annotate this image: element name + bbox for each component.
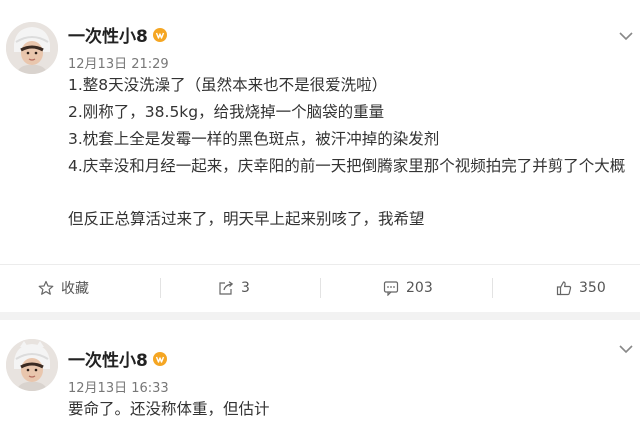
post-line: 2.刚称了，38.5kg，给我烧掉一个脑袋的重量 [68, 103, 385, 121]
username[interactable]: 一次性小8 [68, 346, 148, 371]
vip-badge-icon [153, 28, 167, 42]
repost-share-icon [219, 281, 234, 295]
favorite-button[interactable]: 收藏 [38, 265, 89, 311]
vip-badge-icon [153, 352, 167, 366]
repost-count: 3 [241, 280, 250, 296]
star-outline-icon [38, 280, 54, 295]
thumbs-up-icon [556, 281, 572, 296]
post-line: 4.庆幸没和月经一起来，庆幸阳的前一天把倒腾家里那个视频拍完了并剪了个大概 [68, 157, 626, 175]
action-divider [492, 278, 493, 298]
avatar[interactable] [6, 339, 58, 391]
weibo-post: 一次性小8 12月13日 16:33 要命了。还没称体重，但估计 [0, 320, 640, 427]
favorite-label: 收藏 [61, 281, 89, 297]
avatar-image [6, 339, 58, 391]
action-divider [160, 278, 161, 298]
post-line: 1.整8天没洗澡了（虽然本来也不是很爱洗啦） [68, 76, 388, 94]
repost-button[interactable]: 3 [218, 265, 250, 311]
post-line: 3.枕套上全是发霉一样的黑色斑点，被汗冲掉的染发剂 [68, 130, 440, 148]
username[interactable]: 一次性小8 [68, 22, 148, 47]
weibo-post: 一次性小8 12月13日 21:29 1.整8天没洗澡了（虽然本来也不是很爱洗啦… [0, 0, 640, 312]
action-bar: 收藏 3 203 350 [0, 264, 640, 311]
like-count: 350 [579, 280, 606, 296]
like-button[interactable]: 350 [556, 265, 606, 311]
post-line: 要命了。还没称体重，但估计 [68, 400, 270, 418]
post-time[interactable]: 12月13日 16:33 [68, 377, 169, 396]
comment-button[interactable]: 203 [383, 265, 433, 311]
avatar-image [6, 22, 58, 74]
post-time[interactable]: 12月13日 21:29 [68, 53, 169, 72]
avatar[interactable] [6, 22, 58, 74]
post-separator [0, 312, 640, 320]
post-content: 要命了。还没称体重，但估计 [68, 396, 634, 423]
action-divider [320, 278, 321, 298]
post-line: 但反正总算活过来了，明天早上起来别咳了，我希望 [68, 210, 425, 228]
post-content: 1.整8天没洗澡了（虽然本来也不是很爱洗啦） 2.刚称了，38.5kg，给我烧掉… [68, 72, 634, 233]
chevron-down-icon[interactable] [618, 344, 634, 354]
chevron-down-icon[interactable] [618, 31, 634, 41]
comment-count: 203 [406, 280, 433, 296]
comment-bubble-icon [383, 281, 399, 296]
